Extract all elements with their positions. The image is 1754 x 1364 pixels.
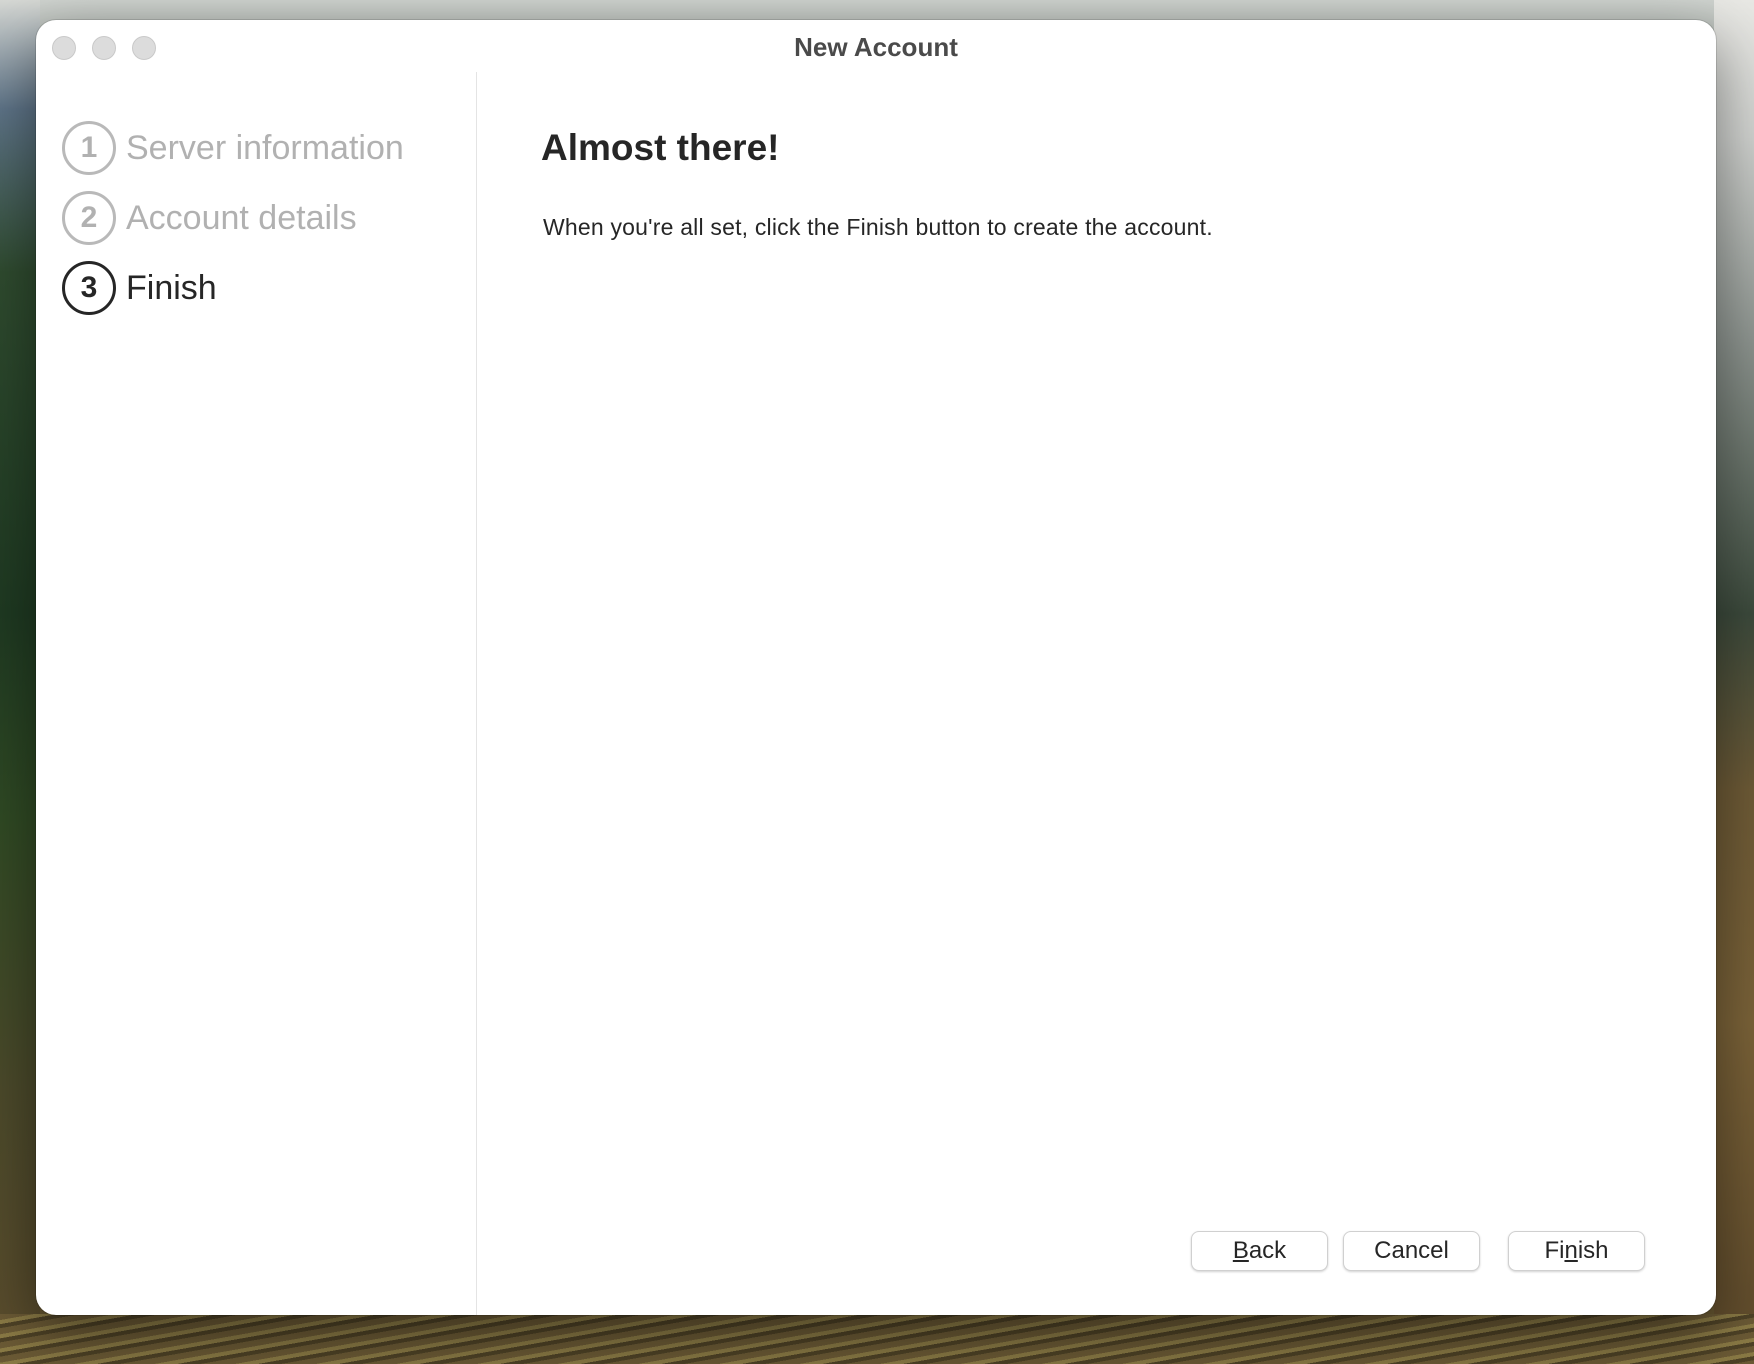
window-title: New Account xyxy=(794,32,958,62)
back-button-label-rest: ack xyxy=(1248,1237,1287,1264)
cancel-button-label: Cancel xyxy=(1374,1237,1449,1264)
step-account-details: 2 Account details xyxy=(62,188,357,248)
step-finish: 3 Finish xyxy=(62,258,217,318)
desktop-wallpaper-left xyxy=(0,0,40,1364)
finish-button[interactable]: Fi n ish xyxy=(1508,1231,1645,1271)
page-heading: Almost there! xyxy=(541,127,780,168)
step-number-badge: 1 xyxy=(62,121,116,175)
desktop-wallpaper-right xyxy=(1714,0,1754,1364)
finish-button-mnemonic: n xyxy=(1564,1237,1578,1264)
step-number-badge: 2 xyxy=(62,191,116,245)
wizard-page-content: Almost there! When you're all set, click… xyxy=(477,72,1716,1315)
finish-button-label-end: ish xyxy=(1577,1237,1609,1264)
wizard-steps-sidebar: 1 Server information 2 Account details 3… xyxy=(36,72,477,1315)
new-account-dialog: New Account 1 Server information 2 Accou… xyxy=(36,20,1716,1315)
step-label: Server information xyxy=(126,128,404,167)
step-number-badge: 3 xyxy=(62,261,116,315)
page-description: When you're all set, click the Finish bu… xyxy=(543,214,1213,240)
back-button-mnemonic: B xyxy=(1232,1237,1249,1264)
back-button[interactable]: Back xyxy=(1191,1231,1328,1271)
finish-button-label-start: Fi xyxy=(1544,1237,1565,1264)
title-bar: New Account xyxy=(36,20,1716,72)
step-label: Account details xyxy=(126,198,357,237)
step-server-information: 1 Server information xyxy=(62,118,404,178)
cancel-button[interactable]: Cancel xyxy=(1343,1231,1480,1271)
step-label: Finish xyxy=(126,268,217,307)
desktop-wallpaper-bottom xyxy=(0,1314,1754,1364)
